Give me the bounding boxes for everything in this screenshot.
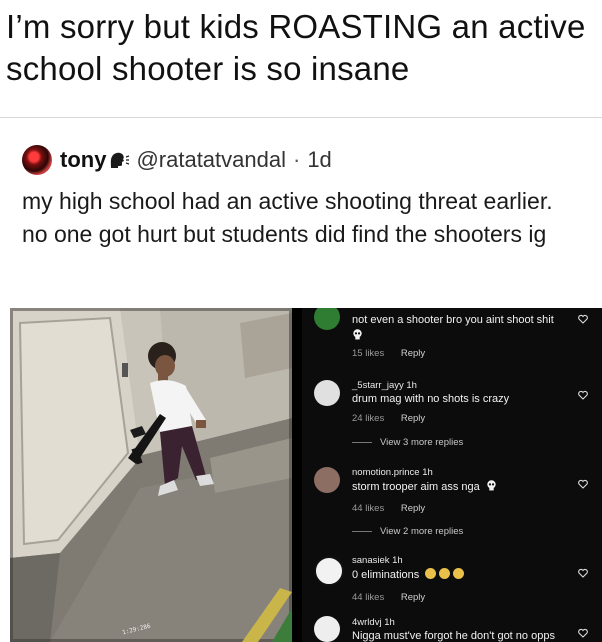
commenter-avatar[interactable] — [314, 308, 340, 330]
comment-username[interactable]: nomotion.prince 1h — [352, 467, 433, 478]
comment-meta: 24 likes Reply — [352, 413, 439, 424]
like-count[interactable]: 24 likes — [352, 413, 384, 424]
heart-icon[interactable] — [578, 628, 588, 638]
commenter-avatar[interactable] — [314, 616, 340, 642]
tweet-header: tony @ratatatvandal · 1d — [22, 145, 332, 175]
skull-icon — [487, 480, 496, 491]
view-more-replies[interactable]: View 3 more replies — [352, 437, 463, 448]
emoji-icon — [425, 568, 437, 579]
tweet-media[interactable]: 1:29:286 not even a shooter bro you aint… — [10, 308, 602, 642]
avatar[interactable] — [22, 145, 52, 175]
comment-text: storm trooper aim ass nga — [352, 480, 497, 493]
commenter-avatar[interactable] — [314, 556, 344, 586]
reply-link[interactable]: Reply — [401, 413, 425, 424]
like-count[interactable]: 44 likes — [352, 503, 384, 514]
comment-username[interactable]: 4wrldvj 1h — [352, 617, 395, 628]
comment-text: not even a shooter bro you aint shoot sh… — [352, 314, 554, 326]
heart-icon[interactable] — [578, 390, 588, 400]
display-name[interactable]: tony — [60, 147, 106, 173]
skull-icon — [353, 329, 362, 340]
security-camera-photo[interactable]: 1:29:286 — [10, 308, 292, 642]
post-time[interactable]: 1d — [307, 147, 331, 173]
reply-link[interactable]: Reply — [401, 348, 425, 359]
comment-username[interactable]: _5starr_jayy 1h — [352, 380, 417, 391]
comment-username[interactable]: sanasiek 1h — [352, 555, 403, 566]
heart-icon[interactable] — [578, 479, 588, 489]
tweet-card: tony @ratatatvandal · 1d my high school … — [0, 117, 602, 642]
comment-meta: 44 likes Reply — [352, 503, 439, 514]
media-divider — [292, 308, 302, 642]
reply-link[interactable]: Reply — [401, 503, 425, 514]
emoji-icon — [439, 568, 451, 579]
emoji-icon — [453, 568, 465, 579]
user-handle[interactable]: @ratatatvandal — [136, 147, 286, 173]
like-count[interactable]: 15 likes — [352, 348, 384, 359]
tweet-text: my high school had an active shooting th… — [22, 188, 553, 247]
reply-link[interactable]: Reply — [401, 592, 425, 603]
like-count[interactable]: 44 likes — [352, 592, 384, 603]
comment-text: Nigga must've forgot he don't got no opp… — [352, 630, 555, 642]
heart-icon[interactable] — [578, 568, 588, 578]
speaking-head-icon — [111, 152, 130, 168]
heart-icon[interactable] — [578, 314, 588, 324]
comment-text: 0 eliminations — [352, 568, 465, 581]
comment-meta: 15 likes Reply — [352, 348, 439, 359]
comment-meta: 44 likes Reply — [352, 592, 439, 603]
hallway-scene-image — [10, 308, 292, 642]
meme-headline: I’m sorry but kids ROASTING an active sc… — [6, 8, 586, 87]
comment-text: drum mag with no shots is crazy — [352, 393, 510, 405]
view-more-replies[interactable]: View 2 more replies — [352, 526, 463, 537]
separator-dot: · — [292, 147, 301, 172]
commenter-avatar[interactable] — [314, 467, 340, 493]
comments-screenshot[interactable]: not even a shooter bro you aint shoot sh… — [302, 308, 602, 642]
commenter-avatar[interactable] — [314, 380, 340, 406]
